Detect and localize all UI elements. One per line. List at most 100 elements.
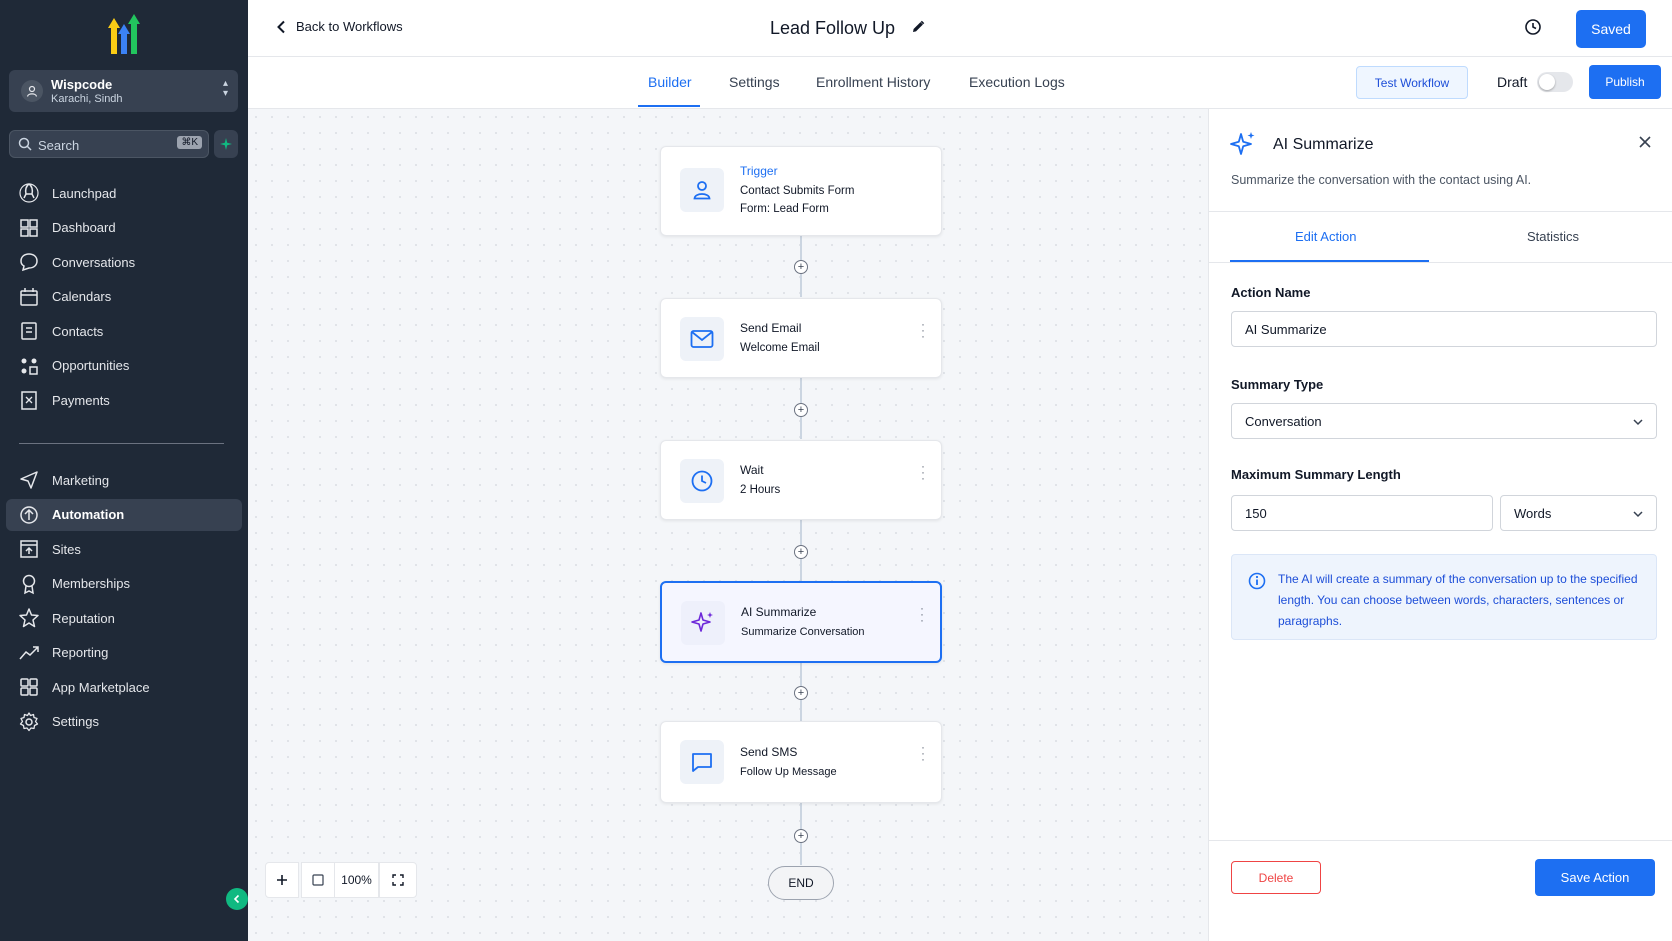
active-tab-indicator [638,105,700,107]
sidebar-item-label: Dashboard [52,220,116,235]
contacts-icon [18,320,40,342]
user-icon [693,181,711,200]
add-step-button[interactable]: + [794,403,808,417]
publish-button[interactable]: Publish [1589,65,1661,99]
sidebar-item-settings[interactable]: Settings [6,706,242,738]
trigger-kind: Trigger [740,164,778,178]
action-name-label: Action Name [1231,285,1311,300]
collapse-sidebar-button[interactable] [226,888,248,910]
kebab-menu-icon[interactable]: · · · [920,602,924,626]
star-icon [18,607,40,629]
sidebar-item-opportunities[interactable]: Opportunities [6,350,242,382]
step-detail: Summarize Conversation [741,626,865,638]
edit-title-button[interactable] [911,18,925,39]
version-history-button[interactable] [1524,18,1542,39]
trigger-title: Contact Submits Form [740,185,855,197]
tab-execution-logs[interactable]: Execution Logs [969,74,1065,90]
step-title: Send SMS [740,745,798,759]
tab-statistics[interactable]: Statistics [1527,229,1579,244]
action-panel: AI Summarize Summarize the conversation … [1208,109,1672,941]
sidebar-item-label: Sites [52,541,81,557]
calendar-icon [18,286,40,308]
grid-icon [18,217,40,239]
max-length-input[interactable] [1231,495,1493,531]
step-node-ai-summarize[interactable]: AI Summarize Summarize Conversation · · · [660,581,942,663]
add-step-button[interactable]: + [794,545,808,559]
zoom-level: 100% [335,862,379,898]
sidebar-divider [19,443,224,444]
test-workflow-button[interactable]: Test Workflow [1356,66,1468,99]
sidebar-item-payments[interactable]: Payments [6,384,242,416]
sidebar-item-conversations[interactable]: Conversations [6,246,242,278]
ai-assistant-button[interactable] [214,130,238,158]
publish-toggle[interactable] [1537,72,1573,92]
sidebar-item-reputation[interactable]: Reputation [6,602,242,634]
account-switcher[interactable]: Wispcode Karachi, Sindh ▴ ▾ [9,70,238,112]
save-action-button[interactable]: Save Action [1535,859,1655,896]
sidebar-item-marketing[interactable]: Marketing [6,464,242,496]
chevron-left-icon [233,894,240,904]
length-unit-select[interactable]: Words [1500,495,1657,531]
step-title: Send Email [740,321,802,335]
sidebar-item-label: Launchpad [52,185,117,201]
sidebar-item-automation[interactable]: Automation [6,498,242,531]
summary-type-label: Summary Type [1231,377,1324,392]
step-detail: Welcome Email [740,342,820,354]
max-length-label: Maximum Summary Length [1231,467,1401,482]
search-placeholder: Search [38,138,80,153]
rocket-icon [18,182,40,204]
sidebar-item-label: Reputation [52,610,115,626]
summary-type-select[interactable]: Conversation [1231,403,1657,439]
search-input[interactable]: Search ⌘K [9,130,209,158]
tab-settings[interactable]: Settings [729,74,780,90]
step-node-wait[interactable]: Wait 2 Hours · · · [660,440,942,520]
close-panel-button[interactable] [1638,135,1652,152]
sidebar-item-sites[interactable]: Sites [6,533,242,565]
fullscreen-button[interactable] [379,862,417,898]
step-icon-box [680,459,724,503]
step-node-send-email[interactable]: Send Email Welcome Email · · · [660,298,942,378]
add-step-button[interactable]: + [794,686,808,700]
workflow-title: Lead Follow Up [770,18,925,39]
back-to-workflows-link[interactable]: Back to Workflows [276,19,403,34]
mail-icon [690,330,714,348]
tab-builder[interactable]: Builder [648,74,692,90]
trigger-node[interactable]: Trigger Contact Submits Form Form: Lead … [660,146,942,236]
tab-edit-action[interactable]: Edit Action [1295,229,1356,244]
fit-view-button[interactable] [301,862,335,898]
panel-tabs-bottom-border [1209,262,1672,263]
action-name-input[interactable] [1231,311,1657,347]
summary-type-value: Conversation [1245,413,1322,429]
delete-button[interactable]: Delete [1231,861,1321,894]
zoom-in-button[interactable] [265,862,299,898]
chevron-left-icon [277,20,285,33]
sidebar-item-label: Automation [52,507,125,522]
step-detail: 2 Hours [740,484,781,496]
sidebar-item-memberships[interactable]: Memberships [6,568,242,600]
sidebar-item-reporting[interactable]: Reporting [6,637,242,669]
sidebar-item-label: Payments [52,392,110,408]
trigger-icon-box [680,168,724,212]
sidebar-item-calendars[interactable]: Calendars [6,281,242,313]
sidebar-item-label: App Marketplace [52,679,150,695]
add-step-button[interactable]: + [794,260,808,274]
chevron-down-icon [1633,511,1643,518]
kebab-menu-icon[interactable]: · · · [921,741,925,765]
toggle-knob [1539,74,1555,90]
sidebar-item-label: Marketing [52,472,110,488]
step-text: Send SMS Follow Up Message [740,745,837,778]
kebab-menu-icon[interactable]: · · · [921,460,925,484]
tab-enrollment-history[interactable]: Enrollment History [816,74,930,90]
saved-button[interactable]: Saved [1576,10,1646,48]
add-step-button[interactable]: + [794,829,808,843]
sidebar-item-dashboard[interactable]: Dashboard [6,212,242,244]
step-detail: Follow Up Message [740,766,837,778]
kebab-menu-icon[interactable]: · · · [921,318,925,342]
sidebar-item-contacts[interactable]: Contacts [6,315,242,347]
trigger-detail: Form: Lead Form [740,203,829,215]
sidebar-item-launchpad[interactable]: Launchpad [6,177,242,209]
chat-icon [18,251,40,273]
step-node-send-sms[interactable]: Send SMS Follow Up Message · · · [660,721,942,803]
badge-icon [18,573,40,595]
sidebar-item-app-marketplace[interactable]: App Marketplace [6,671,242,703]
